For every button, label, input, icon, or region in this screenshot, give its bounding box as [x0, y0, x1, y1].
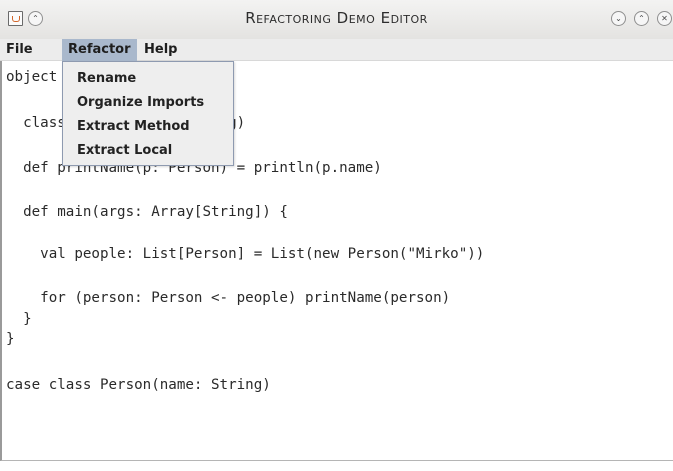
window-title: Refactoring Demo Editor [245, 9, 428, 27]
menu-refactor[interactable]: Refactor [62, 39, 137, 61]
title-bar: ⌃ Refactoring Demo Editor ⌄ ⌃ ✕ [0, 0, 673, 39]
close-icon[interactable]: ✕ [657, 11, 672, 26]
menu-item-extract-method[interactable]: Extract Method [63, 115, 233, 139]
refactor-dropdown-menu: Rename Organize Imports Extract Method E… [62, 61, 234, 166]
menu-item-rename[interactable]: Rename [63, 67, 233, 91]
code-line: for (person: Person <- people) printName… [6, 290, 451, 306]
code-line: def main(args: Array[String]) { [6, 204, 288, 220]
maximize-icon[interactable]: ⌃ [634, 11, 649, 26]
menu-item-extract-local[interactable]: Extract Local [63, 139, 233, 163]
code-line: } [6, 331, 15, 347]
menu-file[interactable]: File [0, 39, 39, 61]
menu-item-organize-imports[interactable]: Organize Imports [63, 91, 233, 115]
minimize-icon[interactable]: ⌄ [611, 11, 626, 26]
menu-help[interactable]: Help [138, 39, 183, 61]
menu-bar: File Refactor Help [0, 39, 673, 61]
code-line: case class Person(name: String) [6, 377, 271, 393]
code-line: val people: List[Person] = List(new Pers… [6, 246, 485, 262]
code-line: } [6, 311, 32, 327]
